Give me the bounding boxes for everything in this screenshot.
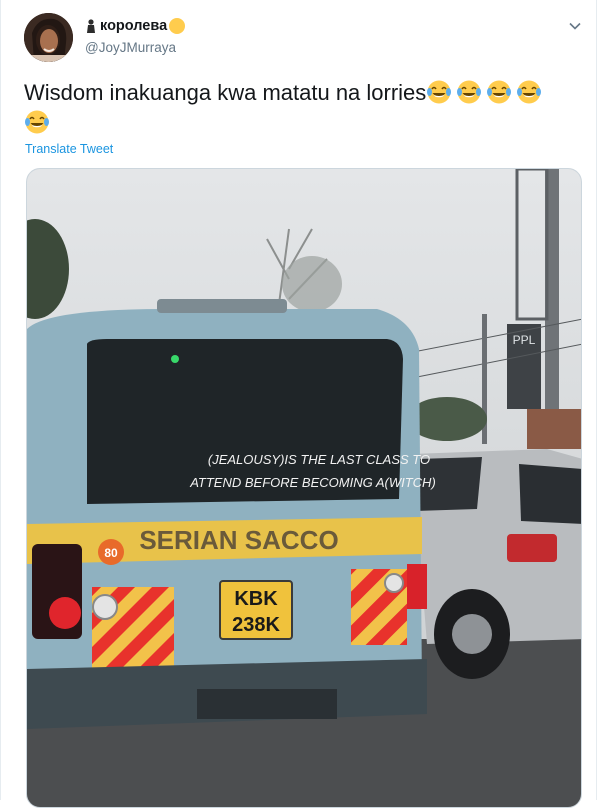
plate-line2: 238K — [232, 614, 280, 636]
tweet-card: королева @JoyJMurraya Wisdom inakuanga k… — [0, 0, 597, 808]
user-handle[interactable]: @JoyJMurraya — [85, 40, 176, 55]
display-name[interactable]: королева — [85, 18, 186, 34]
speed-badge: 80 — [104, 546, 118, 560]
tweet-text: Wisdom inakuanga kwa matatu na lorries — [24, 78, 584, 138]
face-with-tears-of-joy-icon — [487, 80, 512, 104]
face-with-tears-of-joy-icon — [25, 110, 49, 134]
billboard-text: PPL — [513, 333, 536, 347]
plate-line1: KBK — [234, 588, 278, 610]
tweet-body: Wisdom inakuanga kwa matatu na lorries — [24, 80, 427, 105]
avatar[interactable] — [24, 13, 73, 62]
van-sacco-name: SERIAN SACCO — [139, 525, 338, 555]
crown-icon — [87, 19, 95, 33]
face-with-tears-of-joy-icon — [427, 80, 452, 104]
chevron-down-icon[interactable] — [567, 18, 583, 34]
face-with-tears-of-joy-icon — [457, 80, 482, 104]
princess-emoji-icon — [169, 18, 186, 34]
window-slogan-line2: ATTEND BEFORE BECOMING A(WITCH) — [189, 475, 436, 490]
translate-tweet-link[interactable]: Translate Tweet — [25, 142, 113, 156]
face-with-tears-of-joy-icon — [517, 80, 542, 104]
display-name-text: королева — [100, 18, 168, 34]
window-slogan-line1: (JEALOUSY)IS THE LAST CLASS TO — [208, 452, 430, 467]
tweet-photo[interactable]: PPL (JEALOUSY)IS THE LAST CLASS TO ATTEN… — [26, 168, 582, 808]
